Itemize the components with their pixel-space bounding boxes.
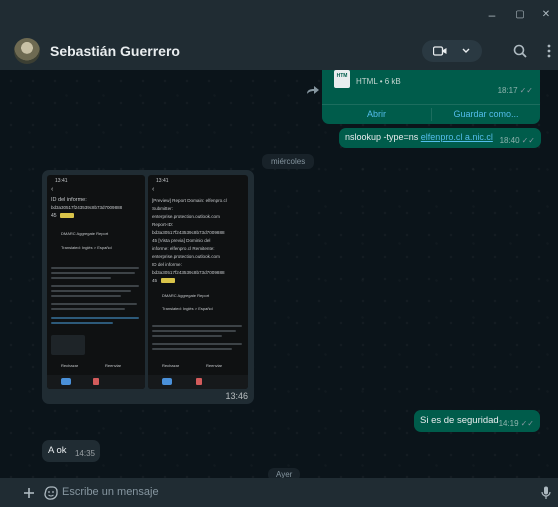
text-line	[51, 295, 121, 297]
security-meta: 14:19 ✓✓	[499, 419, 534, 428]
minimize-button[interactable]: –	[484, 8, 500, 22]
text-line	[51, 290, 131, 292]
image-time: 13:46	[225, 391, 248, 401]
contact-avatar[interactable]	[14, 38, 40, 64]
screenshot-right[interactable]: 13:41 ‹ [Preview] Report Domain: elfenpr…	[148, 175, 248, 389]
close-button[interactable]: ✕	[538, 8, 554, 22]
back-arrow-icon: ‹	[51, 186, 54, 193]
aok-time: 14:35	[74, 449, 95, 458]
text-line	[51, 308, 125, 310]
report-line: [Preview] Report Domain: elfenpro.cl	[152, 198, 227, 203]
text-line	[51, 285, 139, 287]
composer-bar: Escribe un mensaje	[0, 478, 558, 507]
nslookup-time: 18:40	[499, 136, 520, 145]
video-camera-icon	[433, 46, 447, 56]
mail-icon	[61, 378, 71, 385]
text-line	[152, 330, 236, 332]
phone-time: 13:41	[156, 178, 169, 184]
aok-text: A ok	[48, 445, 67, 456]
security-message[interactable]: Si es de seguridad 14:19 ✓✓	[414, 410, 540, 432]
back-arrow-icon: ‹	[152, 186, 155, 193]
calendar-icon	[196, 378, 202, 385]
report-line: ID del informe:	[152, 262, 182, 267]
nslookup-meta: 18:40 ✓✓	[500, 136, 535, 145]
text-line	[51, 272, 135, 274]
file-info: HTML • 6 kB	[356, 77, 401, 86]
chevron-down-icon	[462, 48, 470, 53]
report-line: bd3a30517f243539c8b73d7009888	[152, 230, 225, 235]
nslookup-prefix: nslookup -type=ns	[345, 132, 421, 142]
report-line: enterprise.protection.outlook.com	[152, 254, 220, 259]
message-input[interactable]: Escribe un mensaje	[62, 482, 522, 503]
microphone-icon[interactable]	[541, 486, 551, 500]
security-text: Si es de seguridad	[420, 415, 499, 426]
sender-line: DMARC Aggregate Report	[162, 293, 210, 298]
file-actions: Abrir Guardar como...	[322, 104, 540, 124]
report-line: 45	[152, 278, 158, 283]
report-line: Submitter:	[152, 206, 173, 211]
file-icon: HTM	[334, 70, 350, 88]
day-divider: Ayer	[268, 468, 301, 478]
text-line	[152, 343, 242, 345]
chat-header: Sebastián Guerrero	[0, 32, 558, 70]
nslookup-message[interactable]: nslookup -type=ns elfenpro.cl a.nic.cl 1…	[339, 128, 541, 148]
attachment-preview	[51, 335, 85, 355]
report-line: bd3a30517f243539c8b73d7009888	[51, 205, 123, 210]
report-line: bd3a30517f243539c8b73d7009888	[152, 270, 225, 275]
plus-icon[interactable]	[23, 487, 35, 499]
read-ticks-icon: ✓✓	[520, 419, 534, 428]
link-line	[51, 317, 139, 319]
text-line	[51, 277, 111, 279]
sticker-icon[interactable]	[44, 486, 58, 500]
nslookup-link[interactable]: elfenpro.cl a.nic.cl	[421, 132, 493, 142]
save-as-button[interactable]: Guardar como...	[432, 109, 540, 119]
whatsapp-window: – ▢ ✕ Sebastián Guerrero HTM HTML • 6 kB…	[0, 0, 558, 507]
link-line	[51, 322, 113, 324]
reply-button: Rechazar	[162, 363, 180, 368]
report-line: 45 [Vista previa] Dominio del	[152, 238, 211, 243]
menu-icon[interactable]	[547, 44, 551, 58]
reply-button: Rechazar	[61, 363, 79, 368]
phone-time: 13:41	[55, 178, 68, 184]
open-file-button[interactable]: Abrir	[322, 109, 431, 119]
report-line: 45	[51, 213, 57, 219]
calendar-icon	[93, 378, 99, 385]
maximize-button[interactable]: ▢	[512, 8, 528, 22]
file-message-meta: 18:17 ✓✓	[498, 86, 533, 95]
translate-line: Translated: Inglés > Español	[162, 306, 213, 311]
tag-badge	[161, 278, 175, 283]
report-line: enterprise.protection.outlook.com	[152, 214, 220, 219]
forward-button: Reenviar	[105, 363, 122, 368]
tag-badge	[60, 213, 74, 218]
file-message-time: 18:17	[497, 86, 518, 95]
nslookup-text: nslookup -type=ns elfenpro.cl a.nic.cl	[345, 132, 493, 142]
translate-line: Translated: Inglés > Español	[61, 245, 112, 250]
read-ticks-icon: ✓✓	[521, 136, 535, 145]
title-bar: – ▢ ✕	[0, 0, 558, 32]
text-line	[152, 348, 232, 350]
report-line: informe: elfenpro.cl Remitente:	[152, 246, 215, 251]
contact-name[interactable]: Sebastián Guerrero	[50, 43, 180, 59]
text-line	[51, 267, 139, 269]
text-line	[51, 303, 137, 305]
mail-icon	[162, 378, 172, 385]
report-line: Report-ID:	[152, 222, 174, 227]
security-time: 14:19	[498, 419, 519, 428]
report-line: ID del informe:	[51, 197, 87, 203]
screenshot-left[interactable]: 13:41 ‹ ID del informe: bd3a30517f243539…	[47, 175, 145, 389]
sender-line: DMARC Aggregate Report	[61, 231, 109, 236]
forward-button: Reenviar	[206, 363, 223, 368]
text-line	[152, 325, 242, 327]
search-icon[interactable]	[513, 44, 527, 58]
image-message[interactable]: 13:41 ‹ ID del informe: bd3a30517f243539…	[42, 170, 254, 404]
text-line	[152, 335, 222, 337]
aok-message[interactable]: A ok 14:35	[42, 440, 100, 462]
chat-area[interactable]: HTM HTML • 6 kB 18:17 ✓✓ Abrir Guardar co…	[0, 70, 558, 478]
day-divider: miércoles	[262, 154, 315, 169]
video-call-button[interactable]	[422, 40, 482, 62]
read-ticks-icon: ✓✓	[519, 86, 533, 95]
forward-icon[interactable]	[306, 85, 320, 95]
